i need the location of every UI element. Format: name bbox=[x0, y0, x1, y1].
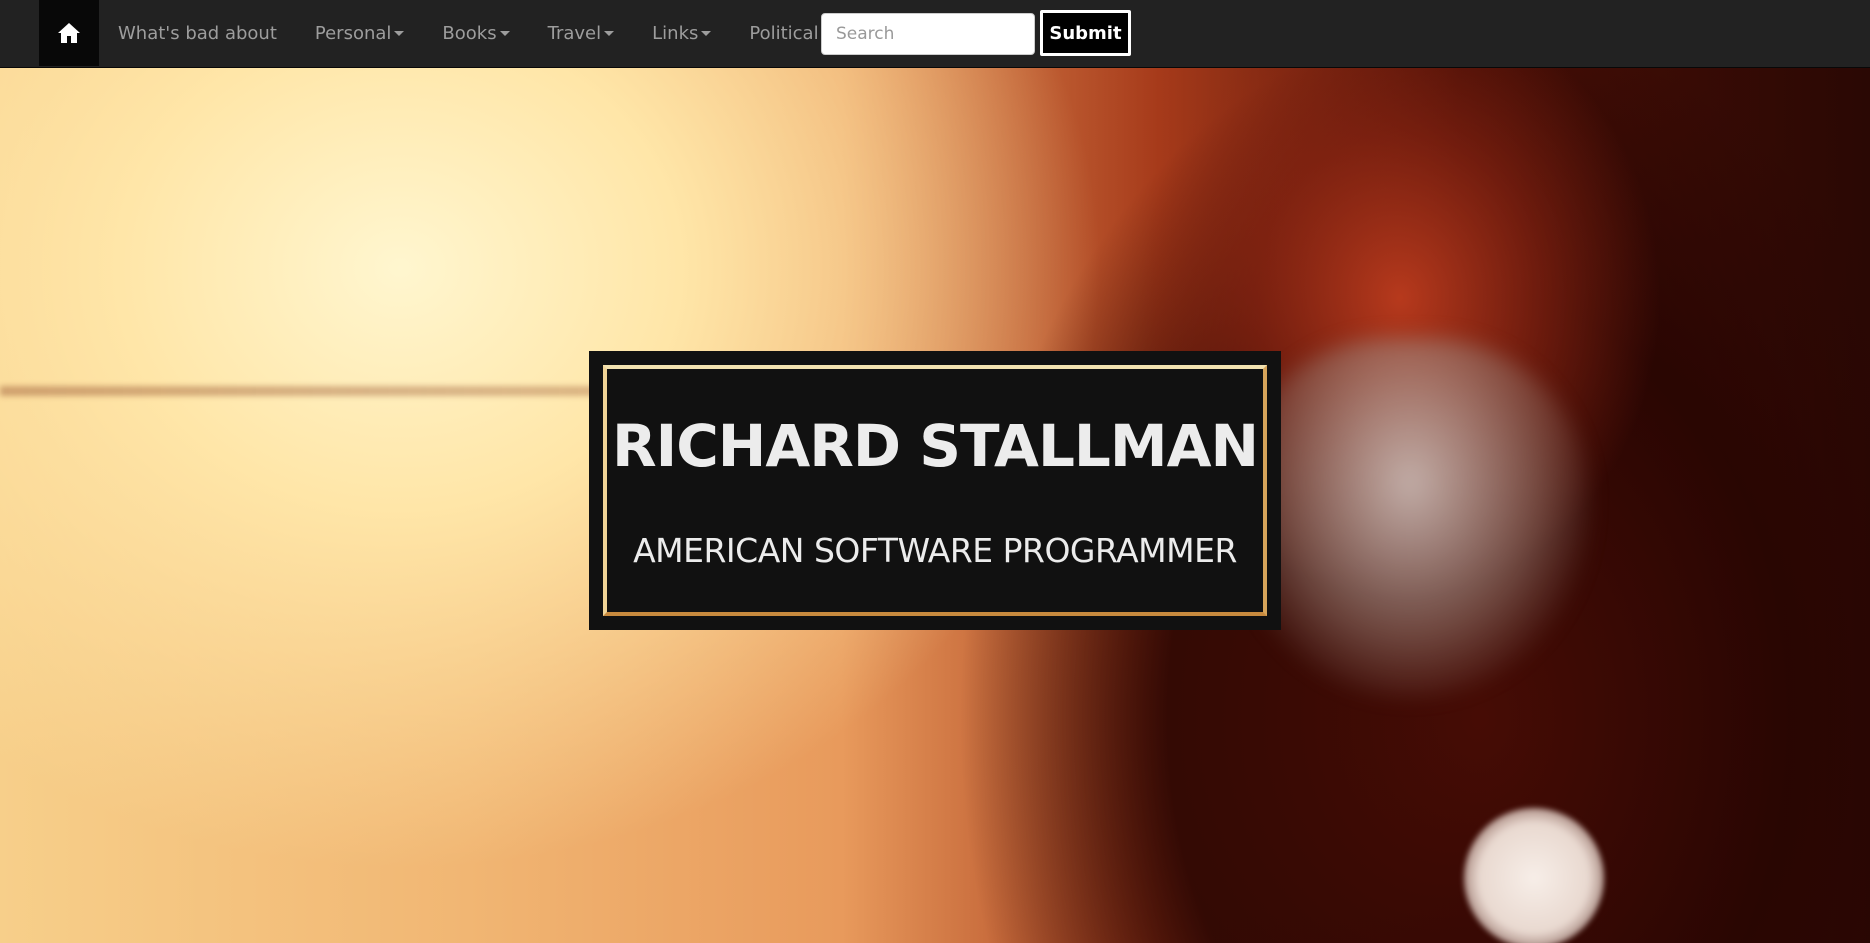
home-icon bbox=[58, 23, 80, 43]
background-badge bbox=[1464, 808, 1604, 943]
page-title: RICHARD STALLMAN bbox=[611, 412, 1259, 480]
page-subtitle: AMERICAN SOFTWARE PROGRAMMER bbox=[633, 531, 1237, 570]
caret-down-icon bbox=[499, 30, 510, 36]
hero-title-box: RICHARD STALLMAN AMERICAN SOFTWARE PROGR… bbox=[589, 351, 1281, 630]
nav-item-whats-bad-about[interactable]: What's bad about bbox=[99, 0, 296, 66]
nav-item-books[interactable]: Books bbox=[423, 0, 528, 66]
title-frame bbox=[603, 365, 1267, 616]
caret-down-icon bbox=[394, 30, 405, 36]
caret-down-icon bbox=[604, 30, 615, 36]
nav-item-links[interactable]: Links bbox=[633, 0, 730, 66]
background-person bbox=[1230, 338, 1590, 698]
nav-item-personal[interactable]: Personal bbox=[296, 0, 424, 66]
home-button[interactable] bbox=[39, 0, 99, 66]
navbar: What's bad about Personal Books Travel L… bbox=[0, 0, 1870, 68]
hero-banner-image: RICHARD STALLMAN AMERICAN SOFTWARE PROGR… bbox=[0, 68, 1870, 943]
nav-menu: What's bad about Personal Books Travel L… bbox=[99, 0, 851, 66]
submit-button[interactable]: Submit bbox=[1040, 10, 1131, 56]
caret-down-icon bbox=[701, 30, 712, 36]
nav-item-travel[interactable]: Travel bbox=[529, 0, 634, 66]
nav-item-label: Political bbox=[749, 22, 819, 44]
search-input[interactable] bbox=[821, 13, 1035, 55]
nav-item-label: Travel bbox=[547, 22, 602, 44]
nav-item-label: Personal bbox=[314, 22, 392, 44]
nav-item-label: Books bbox=[442, 22, 497, 44]
nav-item-label: What's bad about bbox=[118, 22, 277, 44]
nav-item-label: Links bbox=[652, 22, 699, 44]
